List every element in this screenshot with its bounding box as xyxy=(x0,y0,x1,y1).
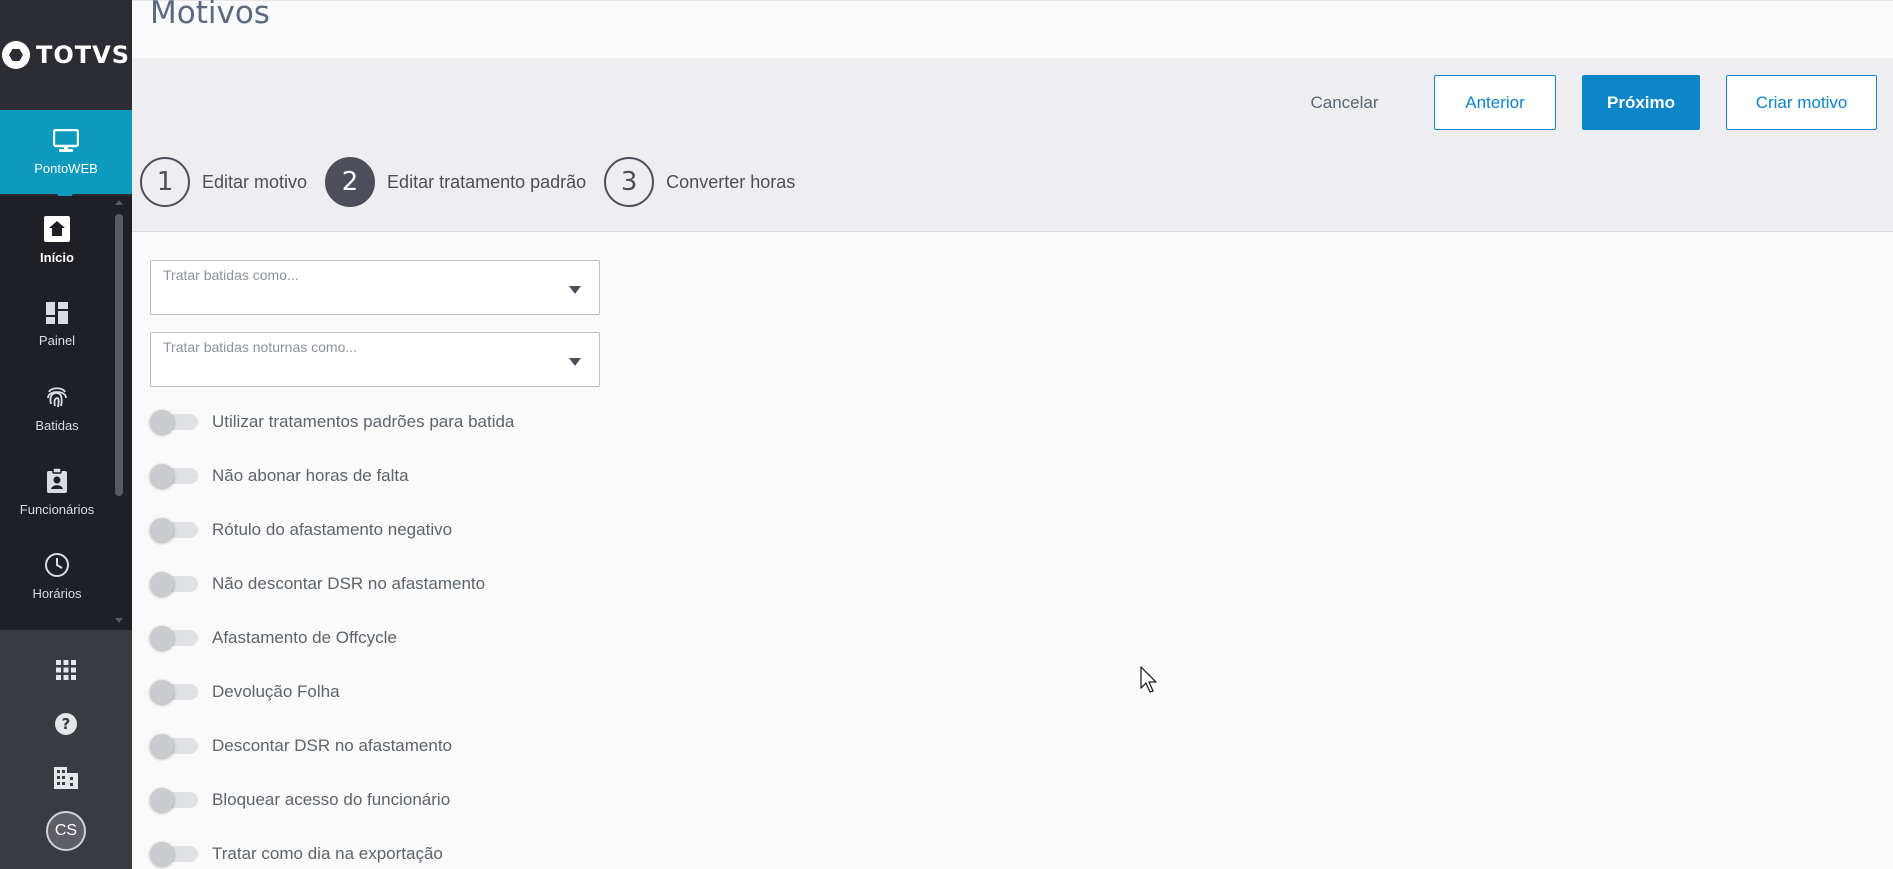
toggle-switch[interactable] xyxy=(150,734,198,758)
toggle-row: Devolução Folha xyxy=(150,677,340,707)
apps-button[interactable] xyxy=(0,650,132,690)
toggle-label: Devolução Folha xyxy=(212,682,340,701)
select-placeholder: Tratar batidas como... xyxy=(163,267,299,283)
sidebar-nav: Início Painel Batidas Funcionários Horár… xyxy=(0,196,132,630)
help-icon: ? xyxy=(55,713,77,735)
sidebar-item-horarios[interactable]: Horários xyxy=(0,534,114,618)
step-number: 1 xyxy=(140,157,190,207)
dashboard-icon xyxy=(46,301,68,324)
scroll-down-arrow[interactable] xyxy=(115,618,123,623)
apps-grid-icon xyxy=(56,660,76,680)
help-button[interactable]: ? xyxy=(0,704,132,744)
totvs-logo[interactable]: TOTVS xyxy=(0,0,132,110)
toggle-label: Tratar como dia na exportação xyxy=(212,844,443,863)
wizard-header: Cancelar Anterior Próximo Criar motivo 1… xyxy=(132,58,1893,232)
toggle-row: Afastamento de Offcycle xyxy=(150,623,397,653)
sidebar-item-label: Horários xyxy=(32,585,82,601)
monitor-icon xyxy=(53,128,79,152)
toggle-row: Bloquear acesso do funcionário xyxy=(150,785,450,815)
chevron-down-icon xyxy=(569,358,581,366)
toggle-switch[interactable] xyxy=(150,842,198,866)
toggle-switch[interactable] xyxy=(150,518,198,542)
toggle-knob xyxy=(150,572,174,596)
fingerprint-icon xyxy=(47,386,67,407)
toggle-knob xyxy=(150,518,174,542)
toggle-row: Não abonar horas de falta xyxy=(150,461,409,491)
totvs-logo-icon xyxy=(1,41,30,69)
stepper: 1 Editar motivo 2 Editar tratamento padr… xyxy=(140,157,813,207)
toggle-knob xyxy=(150,410,174,434)
sidebar-item-label: Batidas xyxy=(35,417,79,433)
page-title-bar: Motivos xyxy=(132,0,1893,58)
treat-night-punches-select[interactable]: Tratar batidas noturnas como... xyxy=(150,332,600,387)
toggle-switch[interactable] xyxy=(150,464,198,488)
toggle-row: Não descontar DSR no afastamento xyxy=(150,569,485,599)
step-label: Editar tratamento padrão xyxy=(387,171,587,192)
chevron-down-icon xyxy=(569,286,581,294)
toggle-row: Rótulo do afastamento negativo xyxy=(150,515,452,545)
toggle-knob xyxy=(150,788,174,812)
toggle-knob xyxy=(150,626,174,650)
user-menu[interactable]: CS xyxy=(0,808,132,854)
sidebar-tools: ? CS xyxy=(0,630,132,869)
toggle-label: Não descontar DSR no afastamento xyxy=(212,574,486,593)
toggle-switch[interactable] xyxy=(150,680,198,704)
svg-text:?: ? xyxy=(62,715,71,733)
toggle-label: Utilizar tratamentos padrões para batida xyxy=(212,412,515,431)
next-button[interactable]: Próximo xyxy=(1582,75,1700,130)
toggle-knob xyxy=(150,464,174,488)
toggle-knob xyxy=(150,842,174,866)
previous-button[interactable]: Anterior xyxy=(1434,75,1556,130)
toggle-row: Descontar DSR no afastamento xyxy=(150,731,452,761)
sidebar-item-funcionarios[interactable]: Funcionários xyxy=(0,450,114,534)
mouse-cursor-icon xyxy=(1140,666,1157,693)
toggle-label: Bloquear acesso do funcionário xyxy=(212,790,451,809)
select-placeholder: Tratar batidas noturnas como... xyxy=(163,339,358,355)
toggle-knob xyxy=(150,680,174,704)
toggle-label: Rótulo do afastamento negativo xyxy=(212,520,453,539)
toggle-label: Afastamento de Offcycle xyxy=(212,628,397,647)
create-reason-button[interactable]: Criar motivo xyxy=(1726,75,1877,130)
step-label: Converter horas xyxy=(666,171,796,192)
sidebar-scrollbar[interactable] xyxy=(115,214,123,496)
toggle-label: Não abonar horas de falta xyxy=(212,466,409,485)
toggle-switch[interactable] xyxy=(150,572,198,596)
clock-icon xyxy=(45,552,69,577)
toggle-switch[interactable] xyxy=(150,626,198,650)
avatar: CS xyxy=(46,811,86,851)
treat-punches-select[interactable]: Tratar batidas como... xyxy=(150,260,600,315)
toggle-row: Tratar como dia na exportação xyxy=(150,839,443,869)
sidebar-item-painel[interactable]: Painel xyxy=(0,282,114,366)
sidebar-item-inicio[interactable]: Início xyxy=(0,198,114,282)
toggle-label: Descontar DSR no afastamento xyxy=(212,736,453,755)
scroll-up-arrow[interactable] xyxy=(115,200,123,205)
step-convert-hours[interactable]: 3 Converter horas xyxy=(604,157,795,207)
toggle-switch[interactable] xyxy=(150,788,198,812)
sidebar-item-batidas[interactable]: Batidas xyxy=(0,366,114,450)
step-label: Editar motivo xyxy=(202,171,308,192)
sidebar-item-label: Painel xyxy=(38,332,76,348)
badge-icon xyxy=(47,467,67,493)
home-icon xyxy=(44,215,70,242)
toggle-knob xyxy=(150,734,174,758)
step-number: 3 xyxy=(604,157,655,207)
page-title: Motivos xyxy=(150,0,270,31)
step-edit-reason[interactable]: 1 Editar motivo xyxy=(140,157,307,207)
building-icon xyxy=(54,767,78,789)
cancel-button[interactable]: Cancelar xyxy=(1297,75,1392,130)
form-content: Tratar batidas como... Tratar batidas no… xyxy=(132,232,1893,869)
product-label: PontoWEB xyxy=(34,160,98,176)
toggle-switch[interactable] xyxy=(150,410,198,434)
sidebar: TOTVS PontoWEB Início Painel Batidas Fun… xyxy=(0,0,132,869)
sidebar-item-label: Funcionários xyxy=(19,501,95,517)
product-pontoweb[interactable]: PontoWEB xyxy=(0,110,132,203)
step-number: 2 xyxy=(325,157,376,207)
toggle-row: Utilizar tratamentos padrões para batida xyxy=(150,407,514,437)
step-edit-default-treatment[interactable]: 2 Editar tratamento padrão xyxy=(325,157,586,207)
brand-name: TOTVS xyxy=(35,41,130,69)
sidebar-item-label: Início xyxy=(40,249,74,265)
company-button[interactable] xyxy=(0,758,132,798)
